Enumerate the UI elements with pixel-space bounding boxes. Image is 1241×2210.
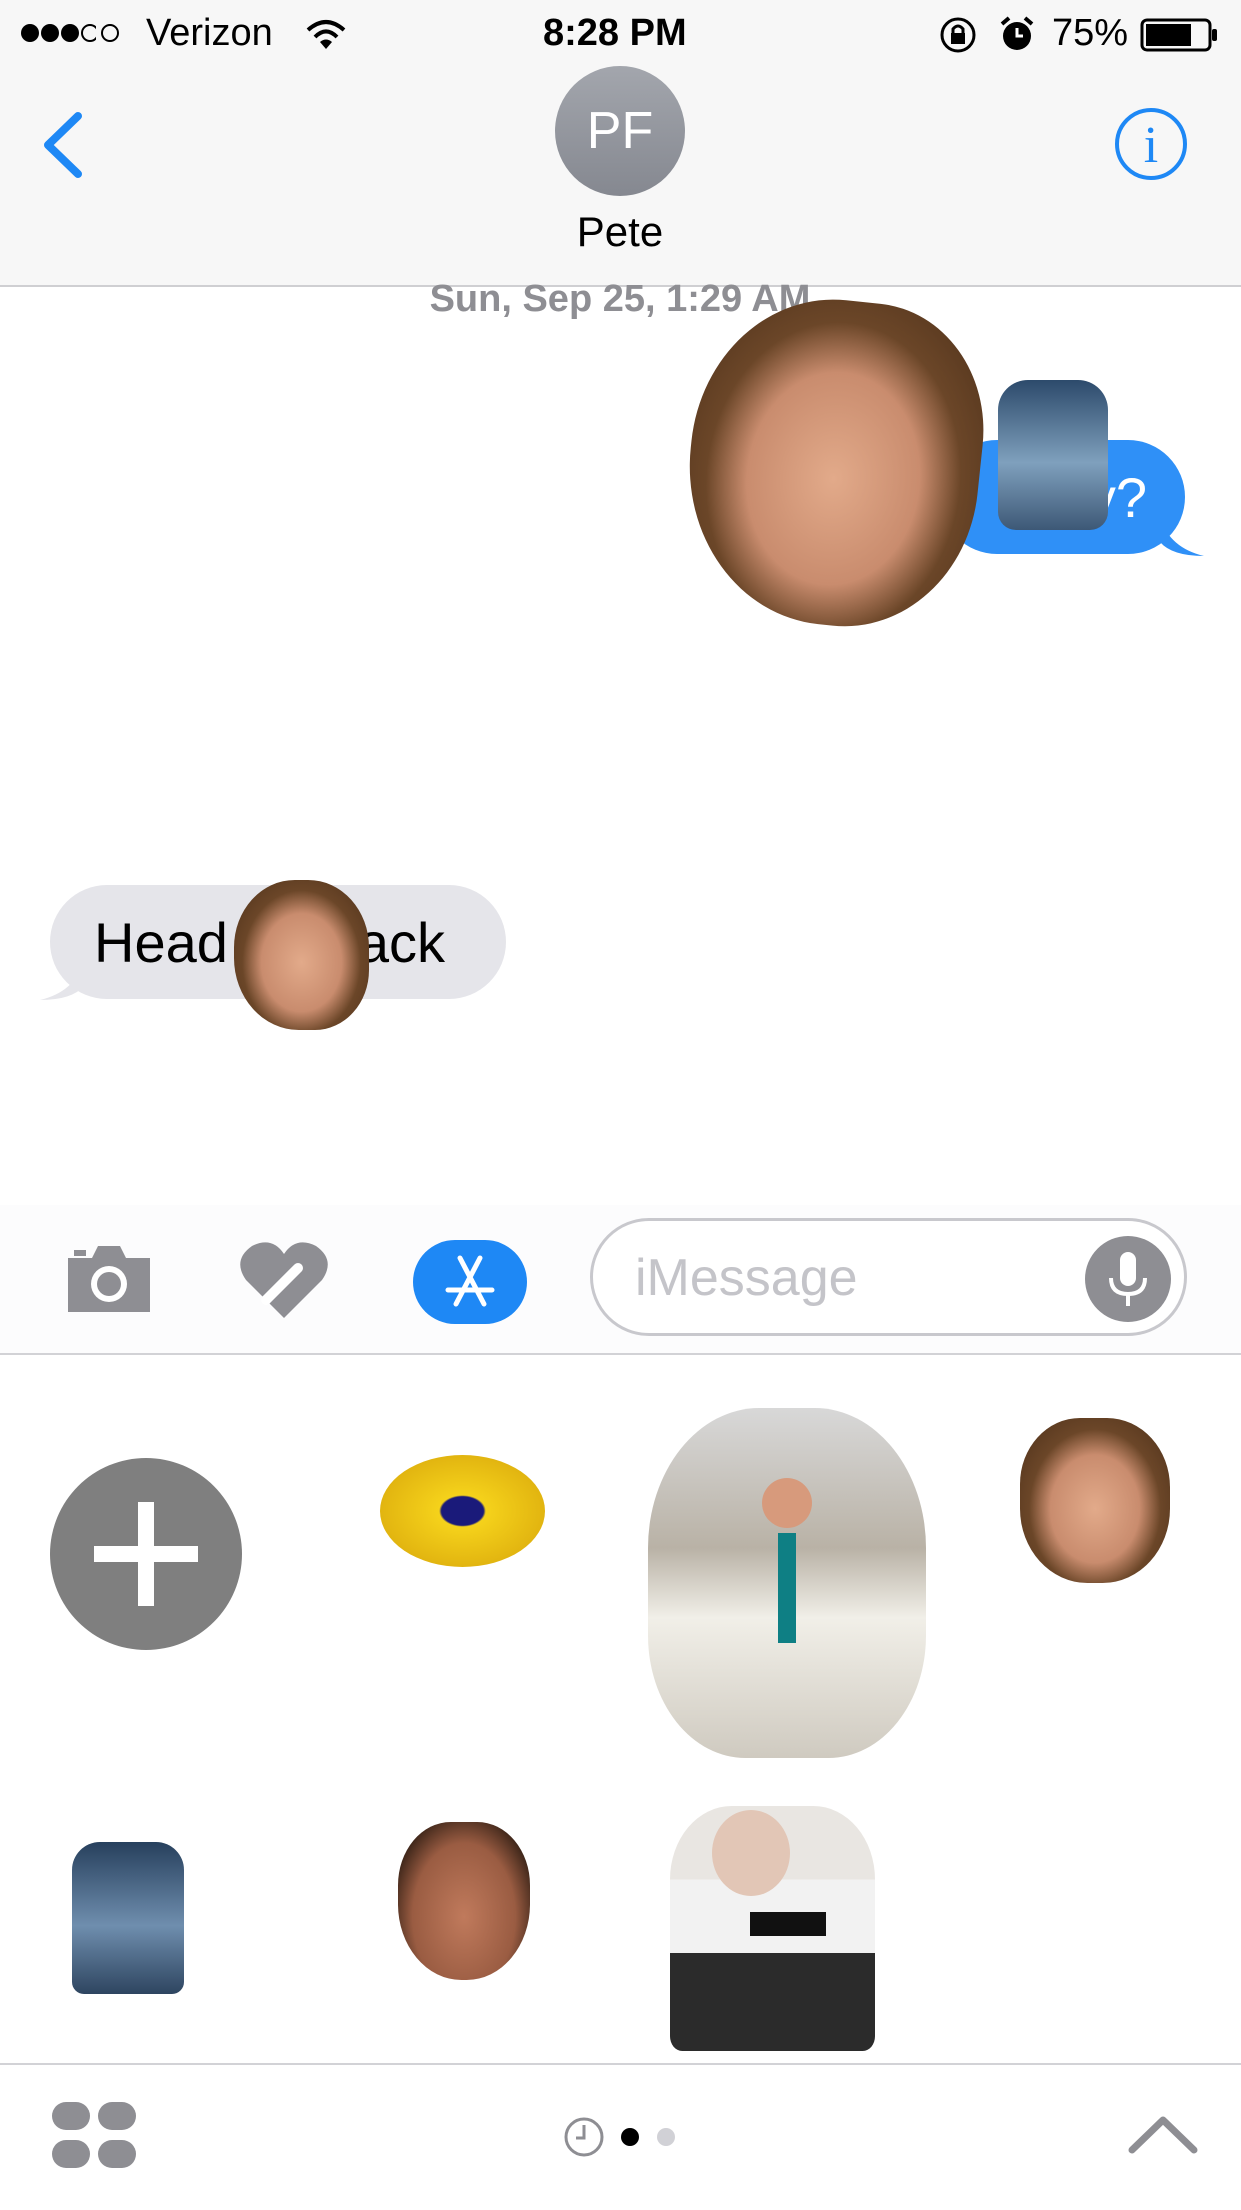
appstore-button[interactable]: [413, 1240, 527, 1324]
svg-text:i: i: [1144, 117, 1158, 174]
carrier-name: Verizon: [146, 12, 273, 54]
dictation-button[interactable]: [1085, 1236, 1171, 1322]
info-icon[interactable]: i: [1113, 106, 1189, 182]
page-dot-active: [621, 2128, 639, 2146]
digital-touch-icon[interactable]: [236, 1238, 332, 1322]
plus-icon: [94, 1502, 198, 1606]
page-dot-inactive: [657, 2128, 675, 2146]
app-drawer-icon[interactable]: [52, 2100, 138, 2170]
page-indicator: [621, 2128, 675, 2146]
battery-icon: [1140, 18, 1217, 52]
status-time: 8:28 PM: [543, 12, 687, 54]
man-in-white-suit-sticker[interactable]: [648, 1408, 926, 1758]
grandma-face: [712, 1810, 790, 1896]
water-jug-face-sticker[interactable]: [72, 1842, 184, 1994]
microphone-icon: [1109, 1252, 1147, 1306]
back-chevron-icon[interactable]: [38, 110, 88, 180]
signal-dot-icon: [101, 24, 119, 42]
suit-man-face: [762, 1478, 812, 1528]
received-message-text-start: Head: [94, 910, 228, 974]
water-jug-sticker[interactable]: [998, 380, 1108, 530]
pineapple-slice-sticker[interactable]: [380, 1455, 545, 1567]
short-haired-face-sticker[interactable]: [398, 1822, 530, 1980]
gun-shape: [750, 1912, 826, 1936]
received-message-text-end: ack: [357, 910, 446, 974]
rotation-lock-icon: [940, 17, 976, 53]
wifi-icon: [306, 20, 346, 49]
sent-bubble-tail: [1160, 518, 1204, 556]
long-haired-face-sticker[interactable]: [234, 880, 369, 1030]
avatar-initials: PF: [586, 102, 654, 160]
suit-man-tie: [778, 1533, 796, 1643]
contact-avatar[interactable]: PF: [555, 66, 685, 196]
appstore-icon: [445, 1255, 495, 1307]
received-bubble-tail: [40, 962, 84, 1000]
add-sticker-button[interactable]: [50, 1458, 242, 1650]
imessage-placeholder: iMessage: [635, 1249, 858, 1307]
battery-percent: 75%: [1052, 12, 1129, 54]
alarm-clock-icon: [1000, 16, 1034, 50]
camera-icon[interactable]: [62, 1240, 156, 1316]
contact-name[interactable]: Pete: [520, 208, 720, 256]
grandma-with-gun-sticker[interactable]: [670, 1806, 875, 2051]
status-bar: Verizon 8:28 PM 75%: [0, 0, 1241, 64]
signal-strength-icon: [21, 24, 96, 42]
long-haired-face-sticker[interactable]: [1020, 1418, 1170, 1583]
long-haired-face-sticker[interactable]: [673, 285, 997, 640]
recents-clock-icon[interactable]: [562, 2115, 606, 2159]
expand-chevron-icon[interactable]: [1126, 2112, 1200, 2156]
